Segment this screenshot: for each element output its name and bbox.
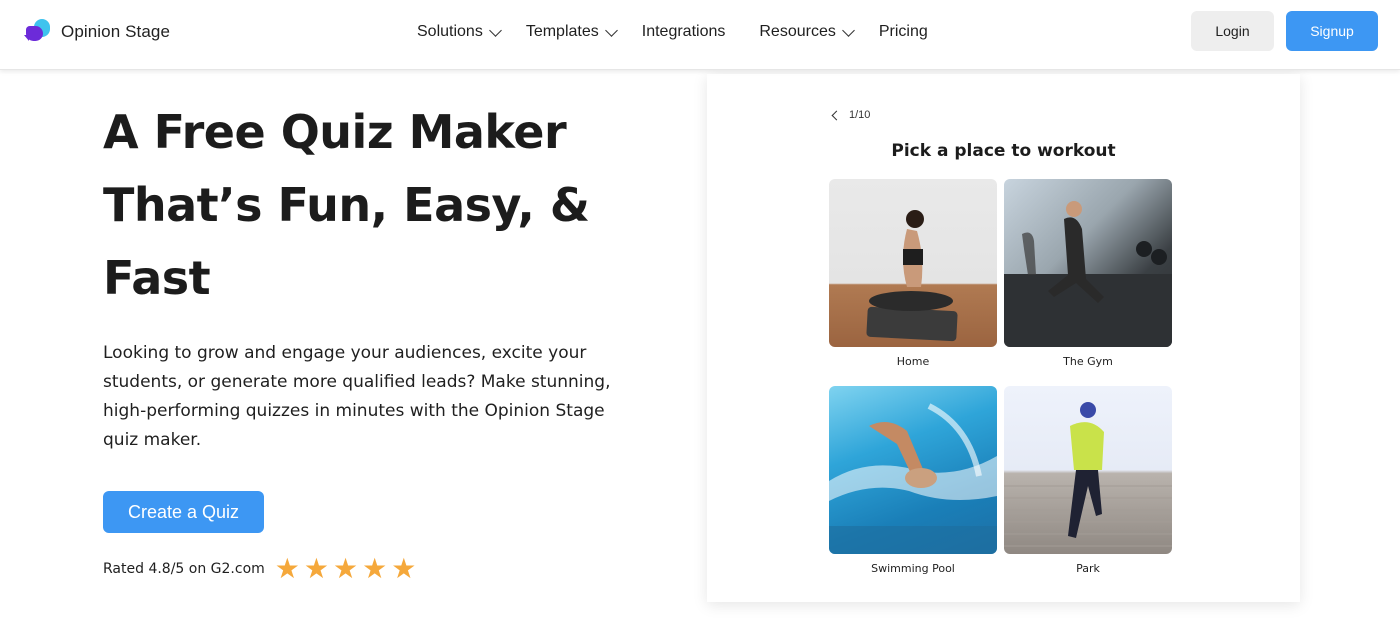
quiz-option-gym[interactable]: The Gym (1004, 179, 1172, 368)
nav-resources-label: Resources (759, 22, 836, 40)
option-label: The Gym (1063, 355, 1113, 368)
rating-row: Rated 4.8/5 on G2.com ★ ★ ★ ★ ★ (103, 555, 420, 583)
brand-logo[interactable]: Opinion Stage (24, 18, 170, 46)
option-image (829, 386, 997, 554)
hero-title-line: A Free Quiz Maker (103, 105, 567, 159)
quiz-preview-card: 1/10 Pick a place to workout Home The Gy… (707, 74, 1300, 602)
nav-solutions-label: Solutions (417, 22, 483, 40)
signup-button[interactable]: Signup (1286, 11, 1378, 51)
nav-integrations-label: Integrations (641, 22, 726, 40)
quiz-option-park[interactable]: Park (1004, 386, 1172, 575)
rating-text: Rated 4.8/5 on G2.com (103, 561, 265, 577)
nav-pricing[interactable]: Pricing (879, 23, 928, 41)
option-label: Park (1076, 562, 1100, 575)
star-icon: ★ (274, 552, 300, 585)
option-image (829, 179, 997, 347)
nav-pricing-label: Pricing (878, 22, 928, 40)
nav-resources[interactable]: Resources (759, 22, 855, 41)
nav-solutions[interactable]: Solutions (417, 22, 502, 41)
create-quiz-button[interactable]: Create a Quiz (103, 491, 264, 533)
star-icon: ★ (362, 552, 388, 585)
option-label: Home (896, 355, 930, 368)
hero-description: Looking to grow and engage your audience… (103, 339, 643, 455)
chevron-left-icon[interactable] (831, 110, 842, 120)
main-nav: Solutions Templates Integrations Resourc… (417, 0, 962, 63)
opinion-stage-logo-icon (24, 19, 52, 45)
hero-description-line: high-performing quizzes in minutes with … (103, 401, 605, 421)
hero-title-line: Fast (103, 251, 211, 305)
login-button[interactable]: Login (1191, 11, 1274, 51)
chevron-down-icon (604, 23, 618, 37)
quiz-progress: 1/10 (831, 109, 871, 121)
nav-templates-label: Templates (525, 22, 599, 40)
option-image (1004, 179, 1172, 347)
star-icon: ★ (391, 552, 417, 585)
brand-name: Opinion Stage (61, 22, 171, 41)
nav-templates[interactable]: Templates (525, 22, 618, 41)
hero-description-line: Looking to grow and engage your audience… (103, 343, 587, 363)
quiz-question: Pick a place to workout (891, 141, 1116, 161)
option-image (1004, 386, 1172, 554)
chevron-down-icon (488, 23, 502, 37)
rating-stars: ★ ★ ★ ★ ★ (275, 555, 421, 583)
quiz-option-swimming-pool[interactable]: Swimming Pool (829, 386, 997, 575)
star-icon: ★ (333, 552, 359, 585)
site-header: Opinion Stage Solutions Templates Integr… (0, 0, 1400, 70)
star-icon: ★ (303, 552, 329, 585)
nav-integrations[interactable]: Integrations (642, 23, 726, 41)
hero-description-line: quiz maker. (103, 430, 202, 450)
hero-description-line: students, or generate more qualified lea… (103, 372, 611, 392)
quiz-option-home[interactable]: Home (829, 179, 997, 368)
hero-title: A Free Quiz Maker That’s Fun, Easy, & Fa… (103, 96, 663, 315)
hero-title-line: That’s Fun, Easy, & (103, 178, 590, 232)
option-label: Swimming Pool (871, 562, 955, 575)
progress-counter: 1/10 (849, 109, 871, 121)
chevron-down-icon (841, 23, 855, 37)
